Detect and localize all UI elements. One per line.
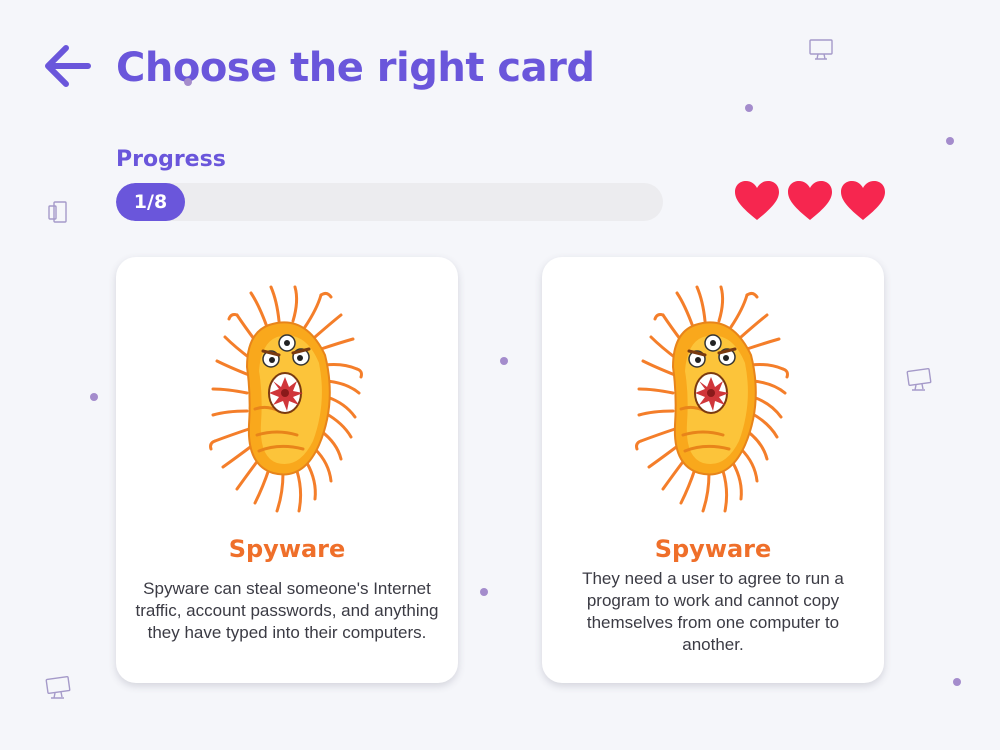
- progress-label: Progress: [116, 147, 226, 172]
- decor-dot: [184, 78, 192, 86]
- card-description: Spyware can steal someone's Internet tra…: [135, 579, 439, 642]
- card-description: They need a user to agree to run a progr…: [582, 569, 844, 654]
- card-title: Spyware: [228, 535, 346, 563]
- monitor-icon: [809, 39, 833, 60]
- phone-icon: [48, 201, 67, 223]
- back-button[interactable]: [40, 40, 96, 92]
- progress-bar: 1/8: [116, 183, 663, 221]
- lives: [734, 180, 886, 222]
- monitor-icon: [45, 675, 71, 699]
- answer-card[interactable]: Spyware Spyware can steal someone's Inte…: [116, 257, 458, 683]
- decor-dot: [946, 137, 954, 145]
- heart-icon: [735, 181, 779, 220]
- progress-text: 1/8: [133, 191, 168, 213]
- decor-dot: [500, 357, 508, 365]
- decor-dot: [953, 678, 961, 686]
- card-title: Spyware: [654, 535, 772, 563]
- progress-fill: 1/8: [116, 183, 185, 221]
- decor-dot: [745, 104, 753, 112]
- heart-icon: [841, 181, 885, 220]
- bacteria-monster-icon: [635, 285, 789, 513]
- answer-card[interactable]: Spyware They need a user to agree to run…: [542, 257, 884, 683]
- page-title: Choose the right card: [116, 45, 595, 91]
- monitor-icon: [906, 367, 932, 391]
- decor-dot: [90, 393, 98, 401]
- arrow-left-icon: [45, 45, 91, 87]
- bacteria-monster-icon: [209, 285, 363, 513]
- decor-dot: [480, 588, 488, 596]
- heart-icon: [788, 181, 832, 220]
